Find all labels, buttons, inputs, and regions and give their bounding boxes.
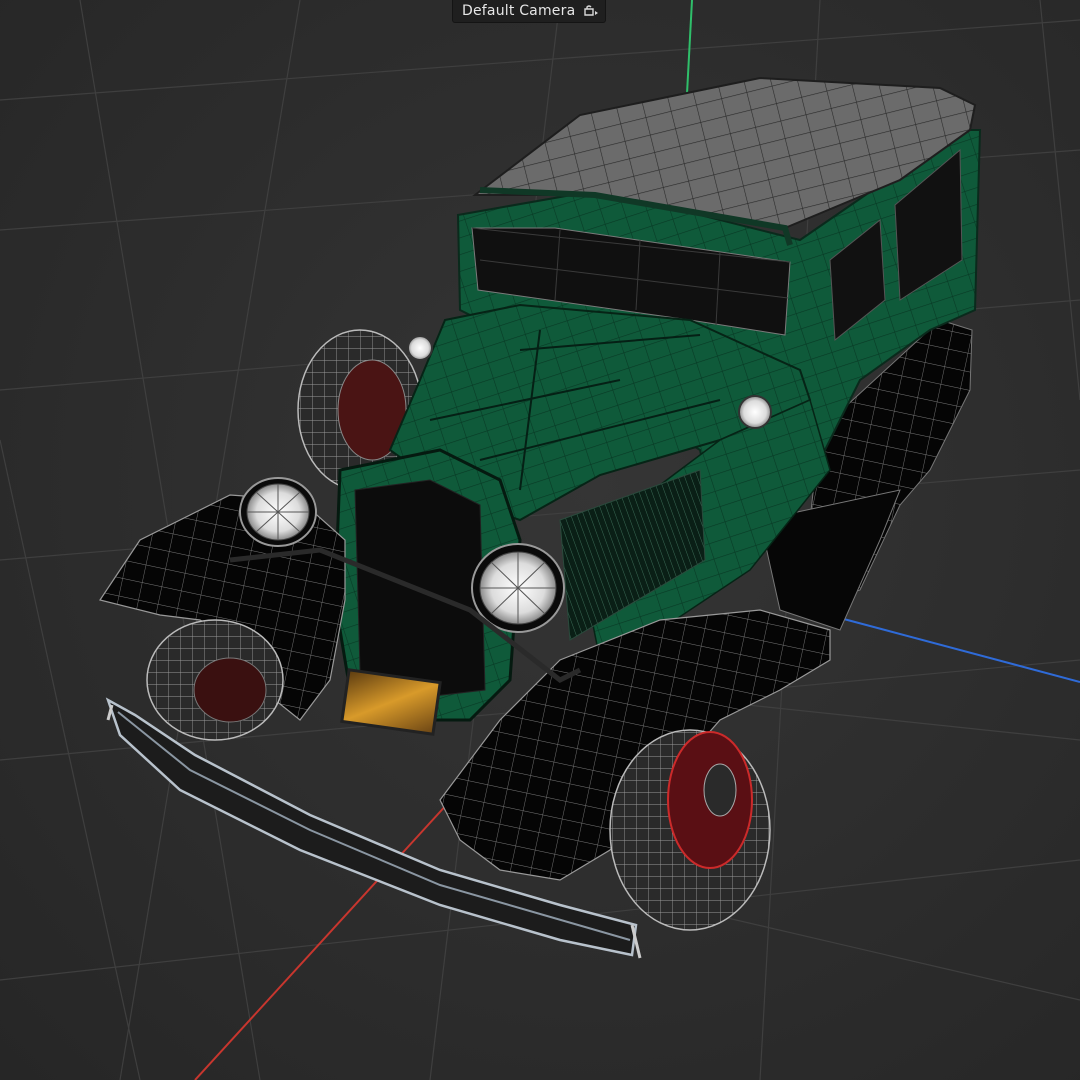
scene-canvas[interactable] — [0, 0, 1080, 1080]
z-axis-line — [839, 617, 1080, 683]
3d-viewport[interactable]: Default Camera — [0, 0, 1080, 1080]
camera-label: Default Camera — [462, 3, 576, 19]
license-plate — [340, 668, 442, 736]
front-right-wheel — [609, 729, 771, 931]
left-headlamp — [239, 477, 317, 547]
camera-lock-icon[interactable] — [583, 4, 599, 18]
right-headlamp — [471, 543, 565, 633]
camera-selector[interactable]: Default Camera — [452, 0, 607, 23]
car-model[interactable] — [99, 76, 982, 959]
front-left-wheel — [146, 619, 284, 741]
